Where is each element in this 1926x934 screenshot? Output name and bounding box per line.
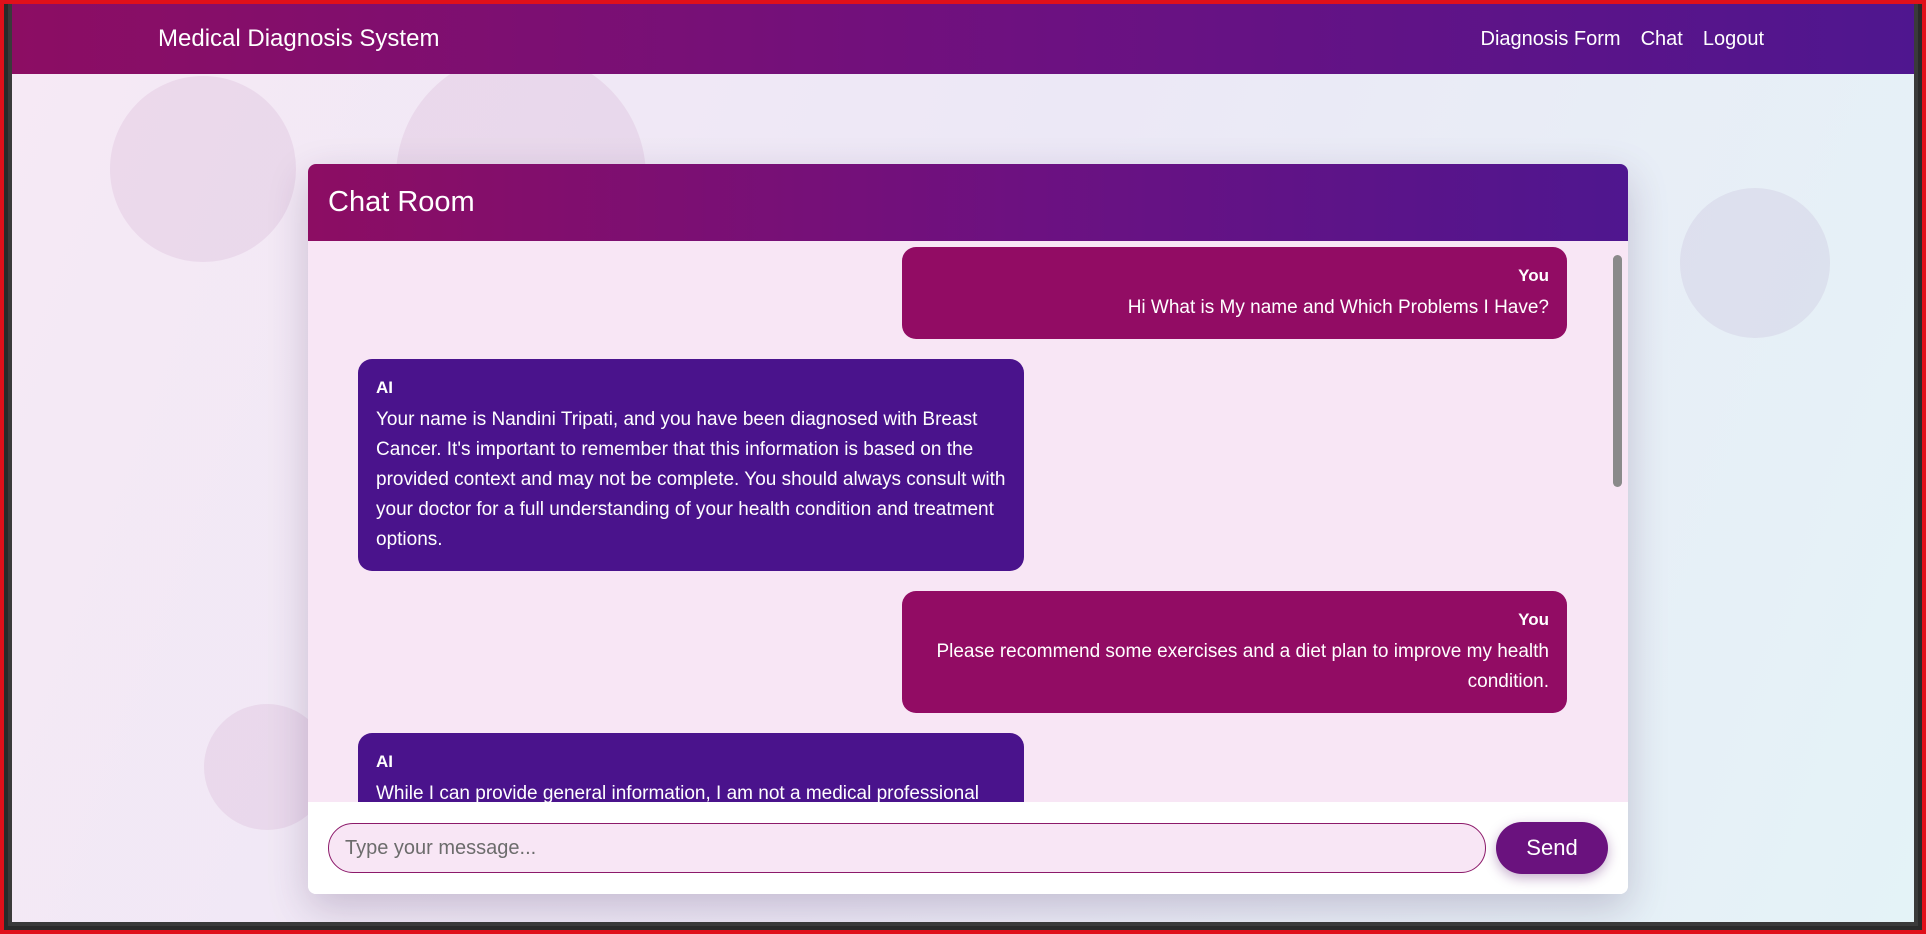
nav-link-logout[interactable]: Logout xyxy=(1703,28,1764,51)
message-text: While I can provide general information,… xyxy=(376,783,980,802)
chat-message-ai: AI Your name is Nandini Tripati, and you… xyxy=(358,359,1024,571)
top-navbar: Medical Diagnosis System Diagnosis Form … xyxy=(12,4,1914,74)
chat-message-user: You Please recommend some exercises and … xyxy=(902,591,1567,713)
message-scrollbar-thumb[interactable] xyxy=(1613,255,1622,487)
chat-title: Chat Room xyxy=(328,186,475,218)
background-circle xyxy=(1680,188,1830,338)
browser-viewport: Medical Diagnosis System Diagnosis Form … xyxy=(8,4,1918,926)
message-sender: You xyxy=(1518,610,1549,629)
background-circle xyxy=(110,76,296,262)
nav-link-diagnosis-form[interactable]: Diagnosis Form xyxy=(1481,28,1621,51)
chat-room-card: Chat Room You Hi What is My name and Whi… xyxy=(308,164,1628,894)
send-button[interactable]: Send xyxy=(1496,822,1608,874)
brand-title[interactable]: Medical Diagnosis System xyxy=(158,25,439,53)
message-text: Your name is Nandini Tripati, and you ha… xyxy=(376,409,1006,550)
message-input[interactable] xyxy=(328,823,1486,873)
message-sender: You xyxy=(1518,266,1549,285)
message-text: Hi What is My name and Which Problems I … xyxy=(1127,297,1549,318)
message-composer: Send xyxy=(308,802,1628,894)
message-sender: AI xyxy=(376,378,393,397)
nav-link-chat[interactable]: Chat xyxy=(1641,28,1683,51)
chat-message-ai: AI While I can provide general informati… xyxy=(358,733,1024,802)
chat-header: Chat Room xyxy=(308,164,1628,241)
nav-links: Diagnosis Form Chat Logout xyxy=(1481,28,1764,51)
message-text: Please recommend some exercises and a di… xyxy=(936,641,1549,692)
message-sender: AI xyxy=(376,752,393,771)
message-list[interactable]: You Hi What is My name and Which Problem… xyxy=(308,241,1628,802)
chat-message-user: You Hi What is My name and Which Problem… xyxy=(902,247,1567,339)
